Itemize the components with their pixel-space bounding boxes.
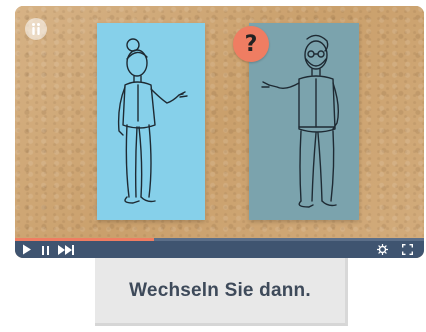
question-badge: ?	[233, 26, 269, 62]
fullscreen-icon	[401, 240, 413, 258]
progress-fill	[15, 238, 155, 241]
progress-bar[interactable]	[15, 238, 424, 241]
brand-logo	[25, 18, 47, 40]
skip-forward-icon	[57, 240, 75, 258]
play-icon	[22, 240, 32, 258]
woman-sketch	[117, 38, 188, 204]
fullscreen-button[interactable]	[400, 244, 414, 255]
question-mark: ?	[244, 31, 258, 57]
caption-text: Wechseln Sie dann.	[129, 279, 311, 301]
video-stage[interactable]: ?	[15, 6, 424, 238]
caption-box: Wechseln Sie dann.	[95, 258, 348, 326]
settings-button[interactable]	[376, 244, 388, 255]
woman-illustration-card	[97, 23, 205, 220]
video-player[interactable]: ?	[15, 6, 424, 258]
pause-button[interactable]	[40, 244, 50, 255]
pause-icon	[41, 240, 49, 258]
play-button[interactable]	[21, 244, 33, 255]
skip-forward-button[interactable]	[57, 244, 75, 255]
video-control-bar	[15, 238, 424, 258]
gear-icon	[376, 240, 388, 258]
